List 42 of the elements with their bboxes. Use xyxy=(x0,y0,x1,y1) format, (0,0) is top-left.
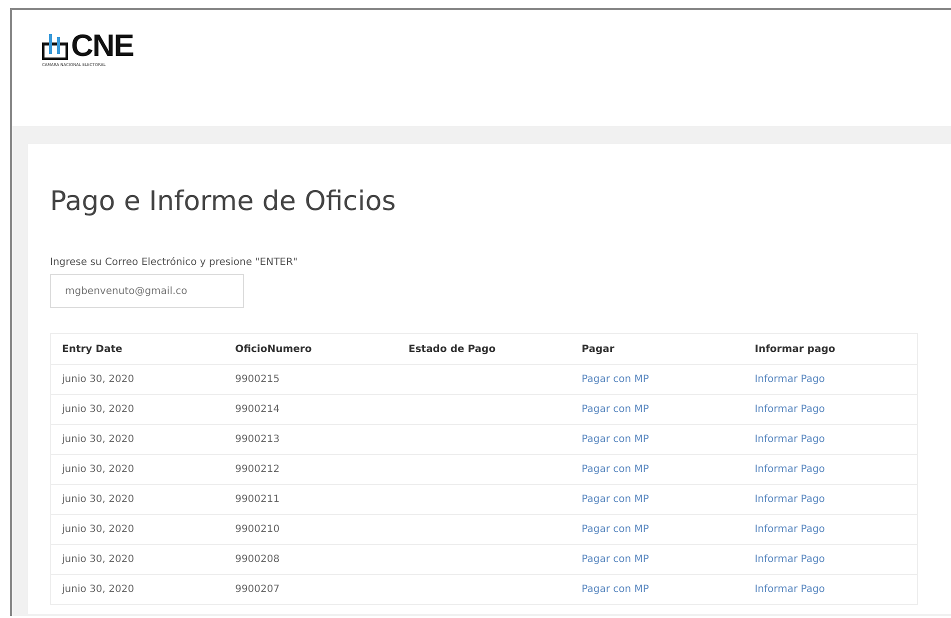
date-cell: junio 30, 2020 xyxy=(50,484,224,514)
pay-link[interactable]: Pagar con MP xyxy=(582,584,649,595)
report-link[interactable]: Informar Pago xyxy=(754,374,825,385)
number-cell: 9900213 xyxy=(224,424,398,454)
date-cell: junio 30, 2020 xyxy=(50,364,224,394)
report-link[interactable]: Informar Pago xyxy=(754,464,825,475)
pay-link[interactable]: Pagar con MP xyxy=(582,494,649,505)
report-link[interactable]: Informar Pago xyxy=(754,404,825,415)
column-header: Estado de Pago xyxy=(398,334,571,364)
logo-mark-icon xyxy=(42,32,68,60)
pay-link[interactable]: Pagar con MP xyxy=(582,434,649,445)
date-cell: junio 30, 2020 xyxy=(50,574,224,604)
date-cell: junio 30, 2020 xyxy=(50,514,224,544)
logo-name: CNE xyxy=(71,32,134,60)
email-field[interactable]: mgbenvenuto@gmail.co xyxy=(50,274,244,308)
date-cell: junio 30, 2020 xyxy=(50,454,224,484)
number-cell: 9900210 xyxy=(224,514,398,544)
number-cell: 9900215 xyxy=(224,364,398,394)
report-link[interactable]: Informar Pago xyxy=(754,494,825,505)
number-cell: 9900211 xyxy=(224,484,398,514)
number-cell: 9900214 xyxy=(224,394,398,424)
report-link[interactable]: Informar Pago xyxy=(754,584,825,595)
report-link[interactable]: Informar Pago xyxy=(754,524,825,535)
date-cell: junio 30, 2020 xyxy=(50,544,224,574)
column-header: Entry Date xyxy=(50,334,224,364)
email-label: Ingrese su Correo Electrónico y presione "ENTER" xyxy=(50,257,299,268)
column-header: Informar pago xyxy=(744,334,918,364)
pay-link[interactable]: Pagar con MP xyxy=(582,404,649,415)
column-header: OficioNumero xyxy=(224,334,398,364)
report-link[interactable]: Informar Pago xyxy=(754,434,825,445)
column-header: Pagar xyxy=(570,334,744,364)
pay-link[interactable]: Pagar con MP xyxy=(582,464,649,475)
number-cell: 9900207 xyxy=(224,574,398,604)
pay-link[interactable]: Pagar con MP xyxy=(582,524,649,535)
report-link[interactable]: Informar Pago xyxy=(754,554,825,565)
date-cell: junio 30, 2020 xyxy=(50,424,224,454)
number-cell: 9900212 xyxy=(224,454,398,484)
pay-link[interactable]: Pagar con MP xyxy=(582,554,649,565)
page-title: Pago e Informe de Oficios xyxy=(50,186,397,217)
pay-link[interactable]: Pagar con MP xyxy=(582,374,649,385)
number-cell: 9900208 xyxy=(224,544,398,574)
date-cell: junio 30, 2020 xyxy=(50,394,224,424)
